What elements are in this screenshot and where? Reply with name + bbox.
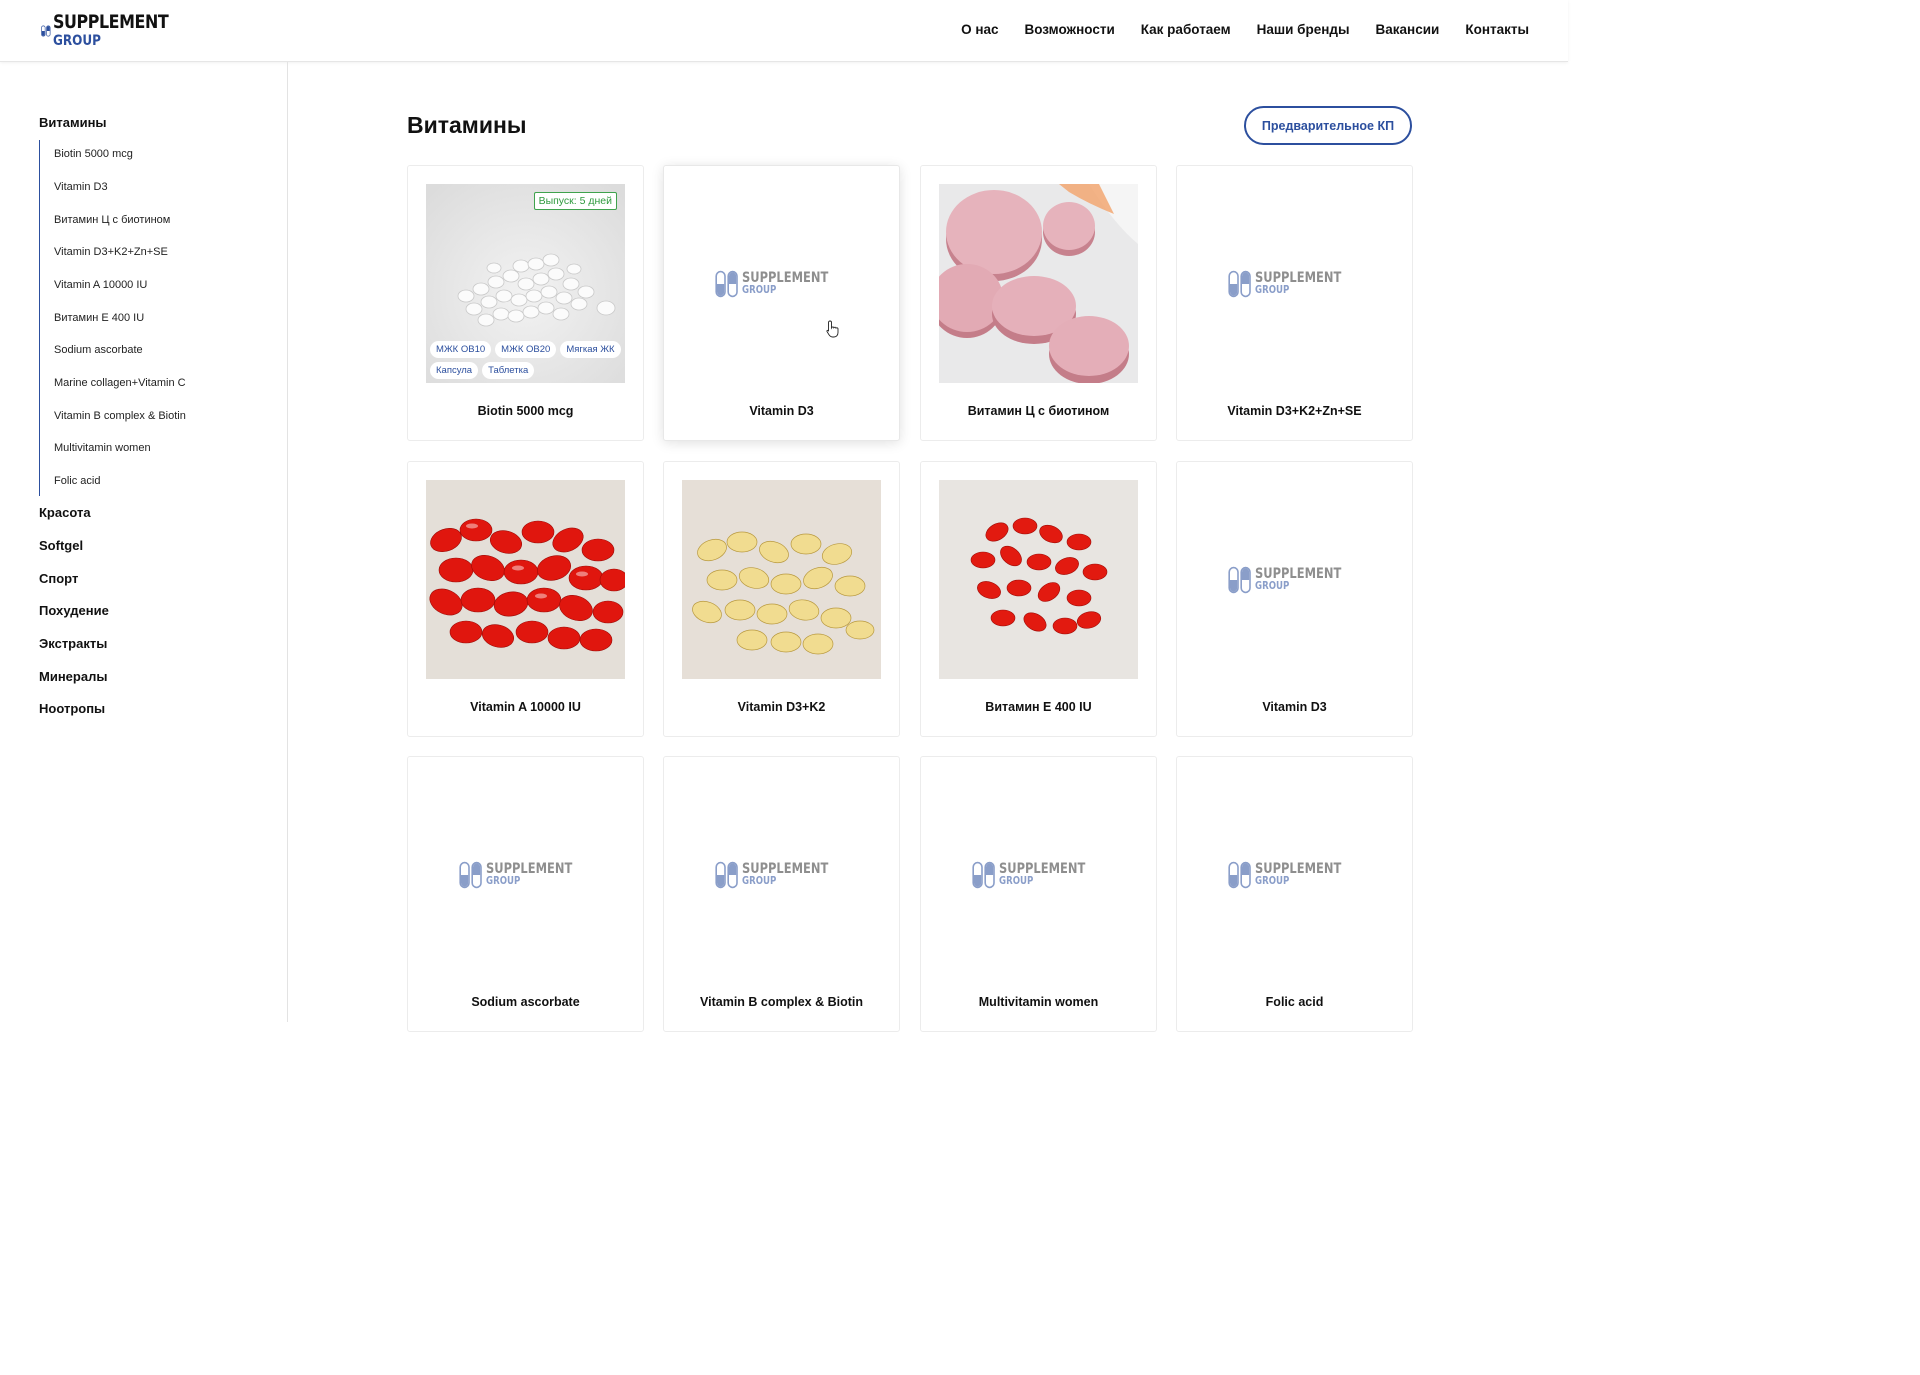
sidebar-subitem[interactable]: Vitamin D3+K2+Zn+SE (54, 246, 168, 258)
placeholder-logo: SUPPLEMENT GROUP (1228, 270, 1360, 298)
sidebar-subitem[interactable]: Marine collagen+Vitamin C (54, 377, 186, 389)
nav-link-capabilities[interactable]: Возможности (1024, 22, 1114, 37)
nav-link-about[interactable]: О нас (961, 22, 998, 37)
product-image-red-softgels-scattered (939, 480, 1138, 679)
product-image-placeholder: SUPPLEMENT GROUP (1195, 480, 1394, 679)
tag-chip[interactable]: Мягкая ЖК (560, 341, 621, 358)
placeholder-logo: SUPPLEMENT GROUP (1228, 566, 1360, 594)
capsule-logo-icon (41, 25, 51, 37)
product-name: Витамин Ц с биотином (967, 404, 1110, 418)
product-name: Vitamin D3 (749, 404, 814, 418)
product-name: Vitamin B complex & Biotin (700, 995, 863, 1009)
product-card[interactable]: SUPPLEMENT GROUP Sodium ascorbate (407, 756, 644, 1032)
sidebar-subitem[interactable]: Biotin 5000 mcg (54, 148, 133, 160)
sidebar-category-extracts[interactable]: Экстракты (39, 636, 107, 651)
product-card[interactable]: SUPPLEMENT GROUP Folic acid (1176, 756, 1413, 1032)
red-softgels-photo (426, 480, 625, 679)
sidebar-subitem[interactable]: Витамин Ц с биотином (54, 214, 170, 226)
product-card[interactable]: SUPPLEMENT GROUP Vitamin B complex & Biot… (663, 756, 900, 1032)
sidebar-category-sport[interactable]: Спорт (39, 571, 78, 586)
main-nav: О нас Возможности Как работаем Наши брен… (961, 22, 1529, 37)
product-name: Vitamin D3+K2+Zn+SE (1227, 404, 1362, 418)
product-name: Folic acid (1265, 995, 1324, 1009)
sidebar-subitem[interactable]: Vitamin A 10000 IU (54, 279, 147, 291)
sidebar-subitem[interactable]: Folic acid (54, 475, 100, 487)
product-name: Biotin 5000 mcg (477, 404, 574, 418)
placeholder-logo: SUPPLEMENT GROUP (715, 270, 847, 298)
product-card[interactable]: Витамин Е 400 IU (920, 461, 1157, 737)
nav-link-contacts[interactable]: Контакты (1465, 22, 1529, 37)
capsule-logo-icon (459, 861, 483, 888)
preliminary-offer-button[interactable]: Предварительное КП (1244, 106, 1412, 145)
product-image-placeholder: SUPPLEMENT GROUP (682, 184, 881, 383)
product-card[interactable]: SUPPLEMENT GROUP Multivitamin women (920, 756, 1157, 1032)
release-time-badge: Выпуск: 5 дней (533, 192, 617, 210)
sidebar-category-minerals[interactable]: Минералы (39, 669, 107, 684)
product-image-placeholder: SUPPLEMENT GROUP (682, 775, 881, 974)
product-card[interactable]: SUPPLEMENT GROUP Vitamin D3+K2+Zn+SE (1176, 165, 1413, 441)
site-header: SUPPLEMENT GROUP О нас Возможности Как р… (0, 0, 1568, 62)
red-softgels-scattered-photo (939, 480, 1138, 679)
capsule-logo-icon (715, 861, 739, 888)
placeholder-logo: SUPPLEMENT GROUP (459, 861, 591, 889)
product-card[interactable]: SUPPLEMENT GROUP Vitamin D3 (663, 165, 900, 441)
product-card[interactable]: Витамин Ц с биотином (920, 165, 1157, 441)
sidebar-subitem[interactable]: Sodium ascorbate (54, 344, 143, 356)
product-card[interactable]: Выпуск: 5 дней МЖК ОВ10 МЖК ОВ20 Мягкая … (407, 165, 644, 441)
product-name: Vitamin D3 (1262, 700, 1327, 714)
pink-tablets-photo (939, 184, 1138, 383)
yellow-softgels-photo (682, 480, 881, 679)
nav-link-brands[interactable]: Наши бренды (1257, 22, 1350, 37)
product-image-placeholder: SUPPLEMENT GROUP (1195, 775, 1394, 974)
product-image-red-softgels (426, 480, 625, 679)
product-name: Vitamin A 10000 IU (470, 700, 581, 714)
product-image-placeholder: SUPPLEMENT GROUP (426, 775, 625, 974)
product-image-white-tablets: Выпуск: 5 дней МЖК ОВ10 МЖК ОВ20 Мягкая … (426, 184, 625, 383)
sidebar-category-vitamins[interactable]: Витамины (39, 115, 107, 130)
placeholder-logo: SUPPLEMENT GROUP (715, 861, 847, 889)
sidebar-subitem[interactable]: Витамин Е 400 IU (54, 312, 144, 324)
brand-name-line1: SUPPLEMENT (52, 12, 169, 34)
tag-chip[interactable]: Таблетка (482, 362, 535, 379)
product-name: Sodium ascorbate (471, 995, 580, 1009)
hand-cursor-icon (826, 320, 839, 338)
capsule-logo-icon (1228, 270, 1252, 297)
product-image-pink-tablets (939, 184, 1138, 383)
sidebar-category-softgel[interactable]: Softgel (39, 538, 83, 553)
sidebar-subitem[interactable]: Multivitamin women (54, 442, 151, 454)
tag-chip[interactable]: МЖК ОВ10 (430, 341, 492, 358)
tag-chip[interactable]: Капсула (430, 362, 479, 379)
sidebar-category-beauty[interactable]: Красота (39, 505, 91, 520)
sidebar-subitem[interactable]: Vitamin B complex & Biotin (54, 410, 186, 422)
tag-chip[interactable]: МЖК ОВ20 (495, 341, 557, 358)
capsule-logo-icon (1228, 861, 1252, 888)
placeholder-logo: SUPPLEMENT GROUP (1228, 861, 1360, 889)
brand-logo[interactable]: SUPPLEMENT GROUP (41, 13, 187, 49)
product-name: Витамин Е 400 IU (985, 700, 1092, 714)
placeholder-logo: SUPPLEMENT GROUP (972, 861, 1104, 889)
product-name: Vitamin D3+K2 (737, 700, 826, 714)
nav-link-vacancies[interactable]: Вакансии (1376, 22, 1440, 37)
product-image-yellow-softgels (682, 480, 881, 679)
brand-name-line2: GROUP (52, 32, 101, 49)
capsule-logo-icon (1228, 566, 1252, 593)
product-card[interactable]: SUPPLEMENT GROUP Vitamin D3 (1176, 461, 1413, 737)
product-card[interactable]: Vitamin D3+K2 (663, 461, 900, 737)
nav-link-how-we-work[interactable]: Как работаем (1141, 22, 1231, 37)
product-card[interactable]: Vitamin A 10000 IU (407, 461, 644, 737)
page-title: Витамины (407, 112, 527, 138)
capsule-logo-icon (715, 270, 739, 297)
product-name: Multivitamin women (978, 995, 1099, 1009)
sidebar-category-weight-loss[interactable]: Похудение (39, 603, 109, 618)
capsule-logo-icon (972, 861, 996, 888)
product-image-placeholder: SUPPLEMENT GROUP (939, 775, 1138, 974)
product-image-placeholder: SUPPLEMENT GROUP (1195, 184, 1394, 383)
sidebar-subitem[interactable]: Vitamin D3 (54, 181, 108, 193)
product-tags: МЖК ОВ10 МЖК ОВ20 Мягкая ЖК Капсула Табл… (430, 341, 625, 379)
sidebar-category-nootropics[interactable]: Ноотропы (39, 701, 105, 716)
